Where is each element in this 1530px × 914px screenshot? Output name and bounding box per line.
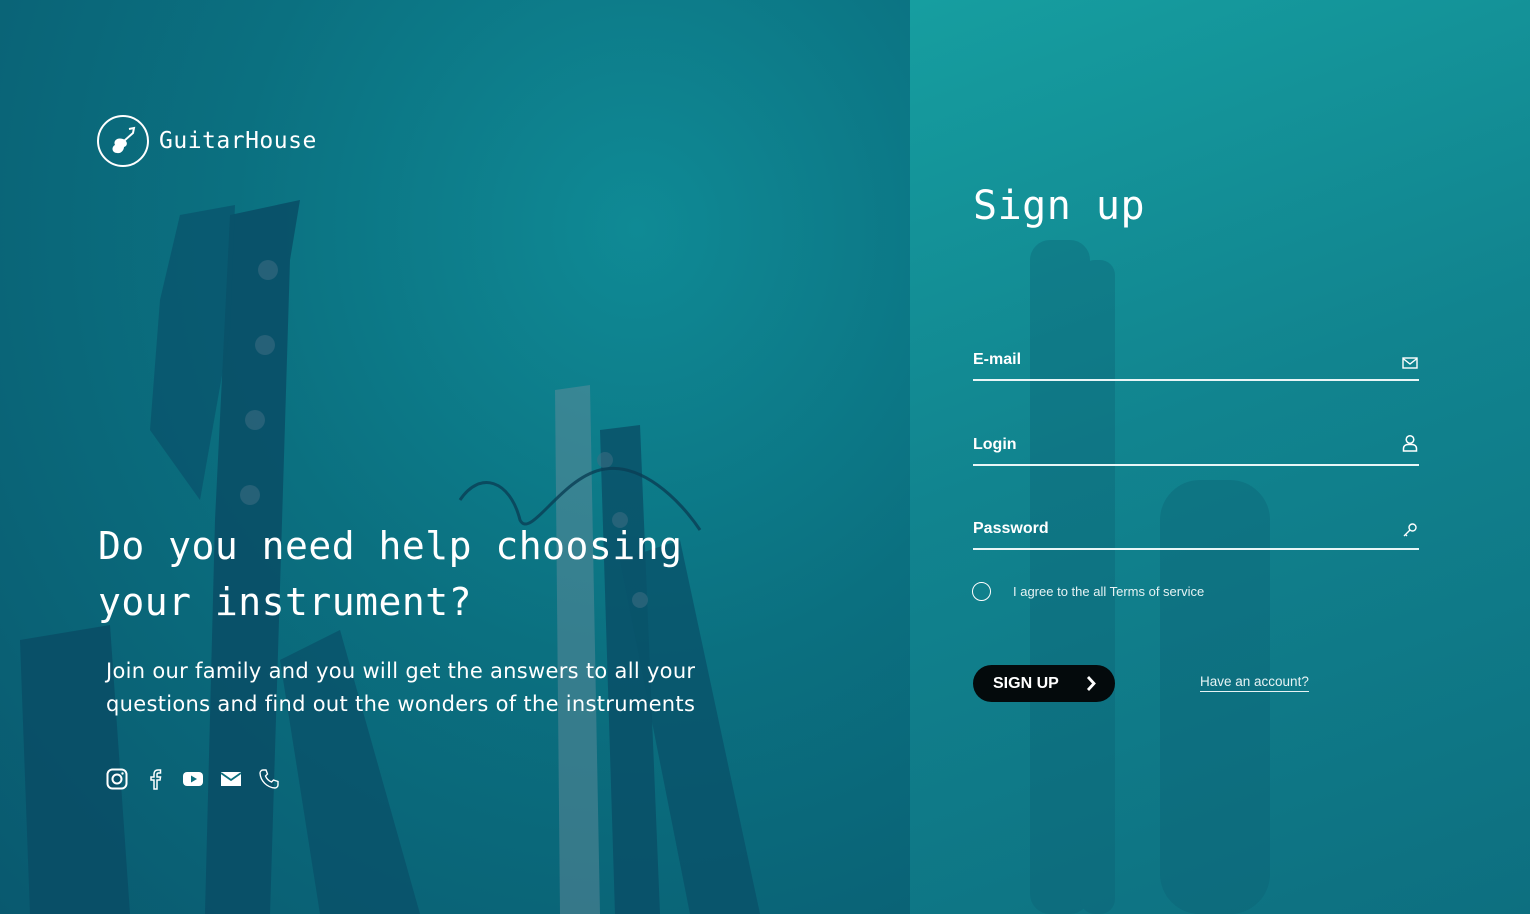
user-icon <box>1402 434 1418 452</box>
have-account-link[interactable]: Have an account? <box>1200 674 1309 692</box>
phone-icon[interactable] <box>258 766 280 792</box>
login-field-wrapper <box>973 428 1419 466</box>
chevron-right-icon <box>1086 676 1096 691</box>
guitar-icon <box>97 115 149 167</box>
hero-subtext: Join our family and you will get the ans… <box>106 659 696 716</box>
hero-panel: GuitarHouse Do you need help choosing yo… <box>0 0 910 914</box>
signup-button[interactable]: SIGN UP <box>973 665 1115 702</box>
email-field[interactable] <box>973 343 1373 377</box>
social-links <box>106 766 280 792</box>
terms-label: I agree to the all Terms of service <box>1013 584 1205 599</box>
password-field[interactable] <box>973 512 1373 546</box>
youtube-icon[interactable] <box>182 766 204 792</box>
instagram-icon[interactable] <box>106 766 128 792</box>
brand-name: GuitarHouse <box>159 128 317 154</box>
login-field[interactable] <box>973 428 1373 462</box>
hero-headline: Do you need help choosing your instrumen… <box>98 524 683 624</box>
terms-agreement: I agree to the all Terms of service <box>972 582 1204 601</box>
mail-icon[interactable] <box>220 766 242 792</box>
password-field-wrapper <box>973 512 1419 550</box>
email-field-wrapper <box>973 343 1419 381</box>
envelope-icon <box>1402 357 1418 369</box>
brand-logo[interactable]: GuitarHouse <box>97 115 317 167</box>
facebook-icon[interactable] <box>144 766 166 792</box>
terms-radio[interactable] <box>972 582 991 601</box>
signup-button-label: SIGN UP <box>993 674 1059 692</box>
key-icon <box>1403 523 1417 537</box>
signup-title: Sign up <box>973 183 1146 229</box>
